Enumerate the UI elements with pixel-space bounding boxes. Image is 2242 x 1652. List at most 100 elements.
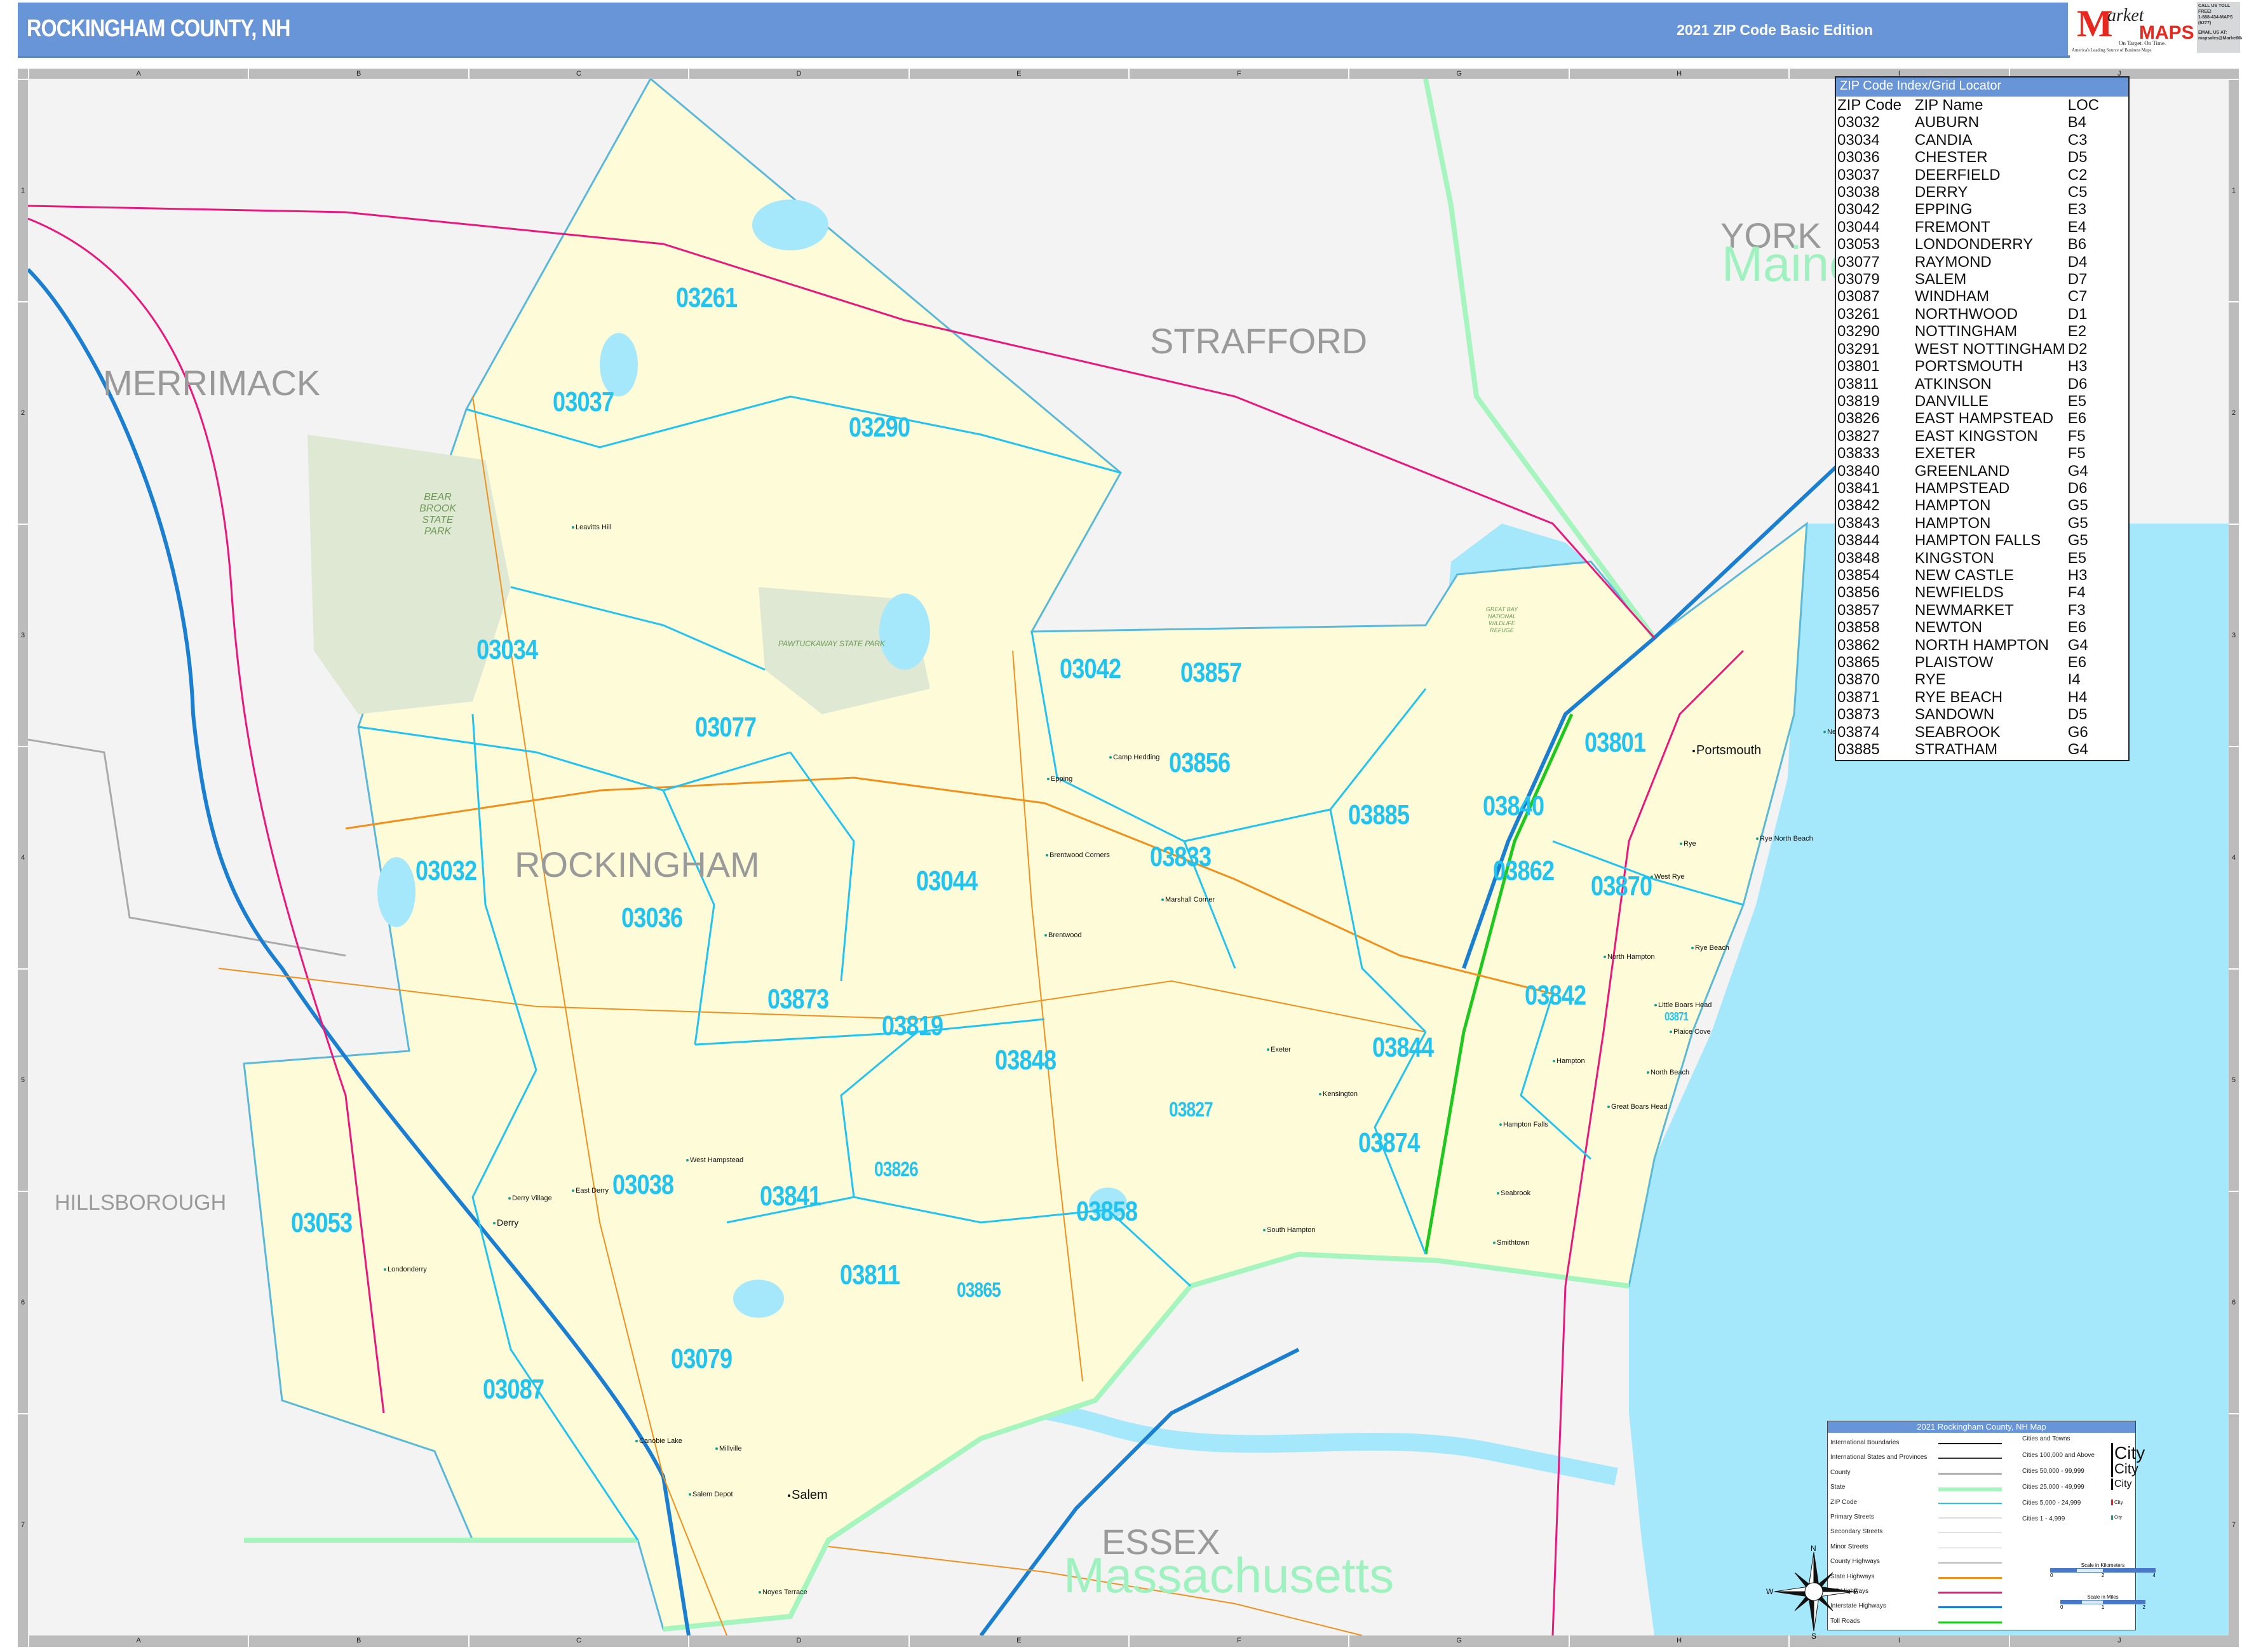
county-label-rockingham: ROCKINGHAM	[515, 844, 760, 884]
index-zip-name: AUBURN	[1914, 114, 1980, 132]
index-row: 03862 NORTH HAMPTON G4	[1836, 637, 2128, 654]
zip-label: 03842	[1525, 980, 1586, 1011]
bear-brook-park	[307, 435, 511, 714]
grid-row-label: 4	[18, 746, 28, 968]
index-zip-code: 03291	[1837, 340, 1880, 358]
zip-label: 03844	[1372, 1032, 1434, 1063]
legend-item-label: International States and Provinces	[1830, 1454, 1928, 1461]
index-grid-loc: G4	[2067, 636, 2088, 654]
index-row: 03290 NOTTINGHAM E2	[1836, 323, 2128, 340]
legend-city-label: Cities 50,000 - 99,999	[2022, 1468, 2084, 1475]
index-row: 03087 WINDHAM C7	[1836, 288, 2128, 305]
index-grid-loc: E6	[2067, 654, 2087, 671]
grid-row-label: 1	[18, 79, 28, 301]
index-zip-name: CANDIA	[1914, 131, 1973, 149]
index-row: 03037 DEERFIELD C2	[1836, 166, 2128, 184]
index-zip-code: 03826	[1837, 410, 1880, 428]
index-grid-loc: G5	[2067, 497, 2088, 515]
grid-column-label: G	[1348, 69, 1568, 79]
zip-label: 03261	[676, 282, 738, 313]
index-row: 03874 SEABROOK G6	[1836, 724, 2128, 741]
index-grid-loc: E2	[2067, 323, 2087, 341]
index-zip-code: 03871	[1837, 688, 1880, 706]
index-row: 03844 HAMPTON FALLS G5	[1836, 532, 2128, 549]
grid-column-label: F	[1128, 1635, 1348, 1647]
index-zip-name: EAST KINGSTON	[1914, 427, 2038, 445]
legend-line-swatch	[1938, 1621, 2002, 1623]
legend-item-label: State	[1830, 1484, 1846, 1491]
index-row: 03819 DANVILLE E5	[1836, 393, 2128, 410]
zip-label: 03819	[882, 1010, 943, 1041]
index-zip-name: PLAISTOW	[1914, 654, 1994, 671]
scale-km-tick: 0	[2050, 1573, 2053, 1578]
index-zip-code: 03811	[1837, 375, 1879, 393]
index-zip-name: HAMPTON FALLS	[1914, 532, 2041, 550]
scale-km-bar	[2050, 1568, 2156, 1573]
zip-label: 03037	[553, 386, 614, 417]
grid-column-bar-bottom: ABCDEFGHIJ	[28, 1635, 2229, 1647]
legend-line-swatch	[1938, 1487, 2002, 1492]
index-zip-code: 03827	[1837, 427, 1880, 445]
legend-city-symbol: City	[2111, 1515, 2122, 1520]
legend-line-swatch	[1938, 1562, 2002, 1564]
index-row: 03053 LONDONDERRY B6	[1836, 236, 2128, 253]
index-header-row: ZIP Code ZIP Name LOC	[1836, 97, 2128, 114]
legend-line-swatch	[1938, 1606, 2002, 1609]
page-title: ROCKINGHAM COUNTY, NH	[27, 15, 290, 42]
index-zip-name: NEW CASTLE	[1914, 566, 2014, 584]
lake	[752, 200, 828, 250]
grid-column-label: C	[468, 1635, 688, 1647]
town-label: Millville	[715, 1445, 741, 1452]
index-title: ZIP Code Index/Grid Locator	[1836, 78, 2128, 97]
county-label-merrimack: MERRIMACK	[103, 363, 321, 403]
legend-line-swatch	[1938, 1576, 2002, 1579]
compass-icon: N S E W	[1766, 1544, 1858, 1641]
legend-line-swatch	[1938, 1472, 2002, 1475]
index-row: 03261 NORTHWOOD D1	[1836, 306, 2128, 323]
index-zip-name: SANDOWN	[1914, 706, 1995, 724]
legend-item-label: International Boundaries	[1830, 1439, 1900, 1446]
index-zip-name: EXETER	[1914, 445, 1976, 463]
legend-line-swatch	[1938, 1547, 2002, 1548]
index-row: 03079 SALEM D7	[1836, 271, 2128, 288]
index-zip-name: WEST NOTTINGHAM	[1914, 340, 2065, 358]
scale-mi: Scale in Miles 0 1 2	[2060, 1594, 2145, 1610]
county-label-strafford: STRAFFORD	[1150, 321, 1368, 361]
grid-row-label: 4	[2229, 746, 2239, 968]
town-label: Little Boars Head	[1654, 1001, 1712, 1009]
index-row: 03854 NEW CASTLE H3	[1836, 567, 2128, 584]
index-zip-code: 03037	[1837, 166, 1880, 184]
zip-label: 03827	[1169, 1098, 1213, 1121]
legend-line-swatch	[1938, 1592, 2002, 1594]
index-zip-name: SEABROOK	[1914, 723, 2001, 741]
grid-row-label: 5	[2229, 968, 2239, 1191]
zip-label: 03848	[995, 1045, 1057, 1076]
index-zip-code: 03885	[1837, 741, 1880, 759]
index-grid-loc: D5	[2067, 149, 2088, 166]
town-label: Derry Village	[508, 1195, 552, 1202]
index-zip-code: 03840	[1837, 462, 1880, 480]
index-zip-name: NEWTON	[1914, 619, 1983, 637]
index-grid-loc: H3	[2067, 358, 2088, 376]
zip-label: 03801	[1584, 727, 1646, 758]
town-label: Noyes Terrace	[759, 1588, 807, 1596]
index-zip-code: 03854	[1837, 566, 1880, 584]
town-label: Salem Depot	[689, 1491, 733, 1498]
index-zip-name: DERRY	[1914, 184, 1968, 201]
grid-column-label: E	[908, 69, 1128, 79]
cities-heading: Cities and Towns	[2022, 1435, 2070, 1442]
index-zip-code: 03038	[1837, 184, 1880, 201]
legend-city-label: Cities 5,000 - 24,999	[2022, 1500, 2081, 1506]
grid-column-label: B	[248, 69, 468, 79]
index-zip-code: 03833	[1837, 445, 1880, 463]
index-row: 03038 DERRY C5	[1836, 184, 2128, 201]
town-label: Rye	[1680, 840, 1696, 848]
town-label: Brentwood Corners	[1046, 851, 1110, 859]
index-zip-name: NEWMARKET	[1914, 601, 2014, 619]
index-row: 03841 HAMPSTEAD D6	[1836, 480, 2128, 497]
index-grid-loc: G5	[2067, 532, 2088, 550]
town-label: Leavitts Hill	[572, 524, 611, 531]
index-grid-loc: C7	[2067, 288, 2088, 306]
zip-label: 03870	[1591, 870, 1652, 902]
grid-column-label: A	[28, 69, 248, 79]
